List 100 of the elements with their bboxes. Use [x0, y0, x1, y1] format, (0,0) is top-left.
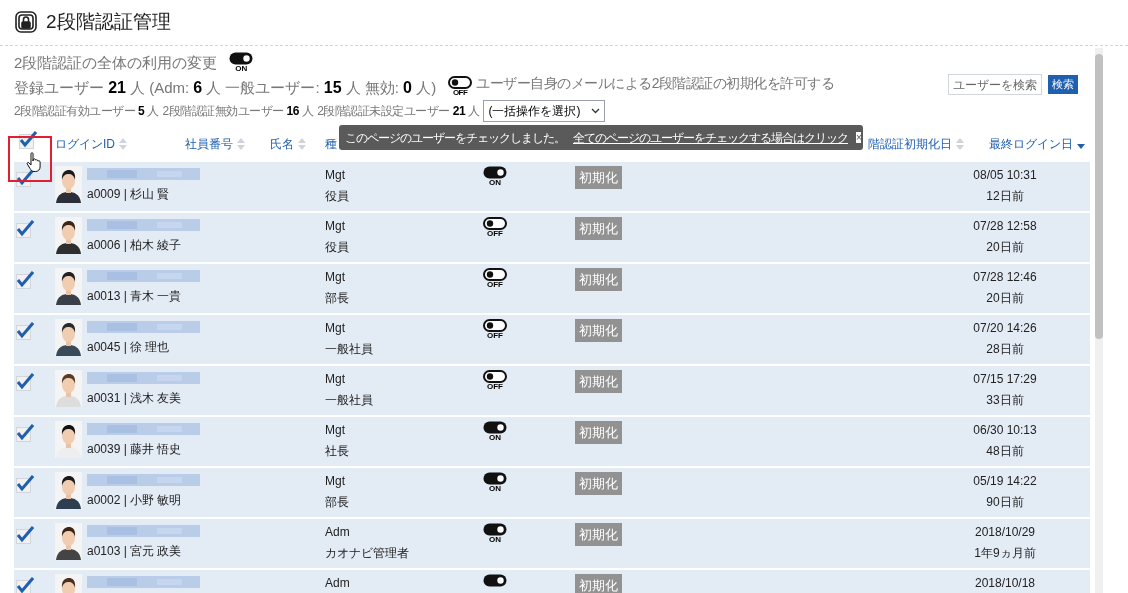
switch-off-icon: [483, 370, 507, 383]
user-role: 一般社員: [325, 341, 374, 358]
user-type: Mgt: [325, 320, 346, 337]
user-id-name: a0031 | 浅木 友美: [87, 390, 183, 407]
last-login-date: 06/30 10:13: [973, 422, 1037, 439]
toggle-switch[interactable]: OFF: [483, 268, 507, 313]
select-all-pages-link[interactable]: 全てのページのユーザーをチェックする場合はクリック: [573, 128, 848, 147]
column-header-link[interactable]: 最終ログイン日: [989, 135, 1073, 153]
close-button[interactable]: ×: [856, 132, 861, 143]
stat-text: 2段階認証無効ユーザー 16 人: [162, 103, 314, 120]
last-login-date: 2018/10/29: [974, 524, 1036, 541]
table-row[interactable]: a0039 | 藤井 悟史 Mgt 社長 ON 初期化 06/30 10:13 48日前: [14, 417, 1090, 466]
search-button[interactable]: 検索: [1048, 75, 1078, 94]
checkbox[interactable]: [19, 134, 34, 149]
last-login-ago: 20日前: [986, 239, 1024, 256]
scrollbar-thumb[interactable]: [1095, 54, 1103, 339]
last-login-ago: 20日前: [986, 290, 1024, 307]
user-type: Adm: [325, 524, 351, 541]
checkbox[interactable]: [16, 529, 31, 544]
user-role: カオナビ管理者: [325, 545, 410, 562]
toggle-switch[interactable]: OFF: [448, 76, 473, 97]
toggle-switch[interactable]: ON: [229, 51, 254, 73]
table-row[interactable]: a0103 | 宮元 政美 Adm カオナビ管理者 ON 初期化 2018/10/29 1年9ヵ月前: [14, 519, 1090, 568]
table-row[interactable]: a0009 | 杉山 賢 Mgt 役員 ON 初期化 08/05 10:31 12日前: [14, 162, 1090, 211]
toggle-switch[interactable]: OFF: [483, 217, 507, 262]
user-id-name: a0009 | 杉山 賢: [87, 186, 171, 203]
last-login-ago: 33日前: [986, 392, 1024, 409]
switch-on-icon: [483, 472, 507, 485]
user-role: 部長: [325, 290, 350, 307]
last-login-ago: 1年9ヵ月前: [974, 545, 1036, 562]
last-login-ago: 12日前: [986, 188, 1024, 205]
toggle-switch[interactable]: ON: [483, 166, 507, 211]
toggle-switch[interactable]: ON: [483, 421, 507, 466]
user-id-name: a0045 | 徐 理也: [87, 339, 171, 356]
stat-text: (Adm: 6 人: [149, 78, 222, 98]
last-login-ago: 28日前: [986, 341, 1024, 358]
switch-off-icon: [483, 217, 507, 230]
stat-text: 登録ユーザー 21 人: [14, 78, 146, 98]
stat-text: 無効: 0 人): [364, 78, 437, 98]
search-field[interactable]: ユーザーを検索: [948, 74, 1042, 95]
lock-icon: [14, 10, 38, 35]
highlight-frame: [8, 136, 52, 182]
last-login-ago: 90日前: [986, 494, 1024, 511]
checkbox[interactable]: [16, 223, 31, 238]
user-type: Mgt: [325, 167, 346, 184]
user-type: Mgt: [325, 269, 346, 286]
switch-on-icon: [483, 421, 507, 434]
toggle-switch[interactable]: OFF: [483, 319, 507, 364]
stat-text: 2段階認証有効ユーザー 5 人: [14, 103, 159, 120]
column-header-link[interactable]: 氏名: [270, 135, 294, 153]
last-login-date: 08/05 10:31: [973, 167, 1037, 184]
page-title: 2段階認証管理: [46, 10, 171, 34]
checkbox[interactable]: [16, 376, 31, 391]
switch-off-icon: [448, 76, 473, 89]
table-row[interactable]: a0006 | 柏木 綾子 Mgt 役員 OFF 初期化 07/28 12:58 20日前: [14, 213, 1090, 262]
toggle-switch[interactable]: ON: [483, 472, 507, 517]
last-login-date: 07/15 17:29: [973, 371, 1037, 388]
user-id-name: a0013 | 青木 一貴: [87, 288, 183, 305]
checkbox[interactable]: [16, 427, 31, 442]
checkbox[interactable]: [16, 325, 31, 340]
user-role: 部長: [325, 494, 350, 511]
user-role: 一般社員: [325, 392, 374, 409]
table-row[interactable]: a0013 | 青木 一貴 Mgt 部長 OFF 初期化 07/28 12:46 20日前: [14, 264, 1090, 313]
caret-icon: [591, 108, 601, 114]
last-login-date: 05/19 14:22: [973, 473, 1037, 490]
toggle-switch[interactable]: ON: [483, 523, 507, 568]
scrollbar[interactable]: [1095, 48, 1103, 593]
bulk-action-select[interactable]: (一括操作を選択): [483, 100, 606, 122]
last-login-date: 07/28 12:58: [973, 218, 1037, 235]
last-login-date: 07/28 12:46: [973, 269, 1037, 286]
switch-off-icon: [483, 268, 507, 281]
checkbox[interactable]: [16, 478, 31, 493]
last-login-ago: 48日前: [986, 443, 1024, 460]
switch-on-icon: [483, 166, 507, 179]
user-role: 役員: [325, 188, 350, 205]
last-login-date: 07/20 14:26: [973, 320, 1037, 337]
user-type: Mgt: [325, 473, 346, 490]
stat-text: 2段階認証未設定ユーザー 21 人: [317, 103, 480, 120]
user-role: 役員: [325, 239, 350, 256]
column-header-link[interactable]: ログインID: [55, 135, 115, 153]
table-row[interactable]: a0031 | 浅木 友美 Mgt 一般社員 OFF 初期化 07/15 17:29 33日前: [14, 366, 1090, 415]
user-id-name: a0002 | 小野 敏明: [87, 492, 183, 509]
checkbox[interactable]: [16, 274, 31, 289]
checkbox[interactable]: [16, 580, 31, 593]
user-type: Adm: [325, 575, 351, 592]
switch-on-icon: [229, 51, 254, 65]
switch-on-icon: [483, 523, 507, 536]
user-id-name: a0103 | 宮元 政美: [87, 543, 183, 560]
column-header-link[interactable]: 階認証初期化日: [868, 135, 952, 153]
table-row[interactable]: Adm 初期化 2018/10/18: [14, 570, 1090, 593]
last-login-date: 2018/10/18: [974, 575, 1036, 592]
column-header-link[interactable]: 社員番号: [185, 135, 233, 153]
setting-label: 2段階認証の全体の利用の変更: [14, 52, 218, 73]
toggle-switch[interactable]: OFF: [483, 370, 507, 415]
table-row[interactable]: a0002 | 小野 敏明 Mgt 部長 ON 初期化 05/19 14:22 90日前: [14, 468, 1090, 517]
stat-text: 一般ユーザー: 15 人: [225, 78, 361, 98]
user-id-name: a0006 | 柏木 綾子: [87, 237, 183, 254]
user-type: Mgt: [325, 371, 346, 388]
table-row[interactable]: a0045 | 徐 理也 Mgt 一般社員 OFF 初期化 07/20 14:26 28日前: [14, 315, 1090, 364]
column-header-link[interactable]: 種: [325, 135, 337, 153]
